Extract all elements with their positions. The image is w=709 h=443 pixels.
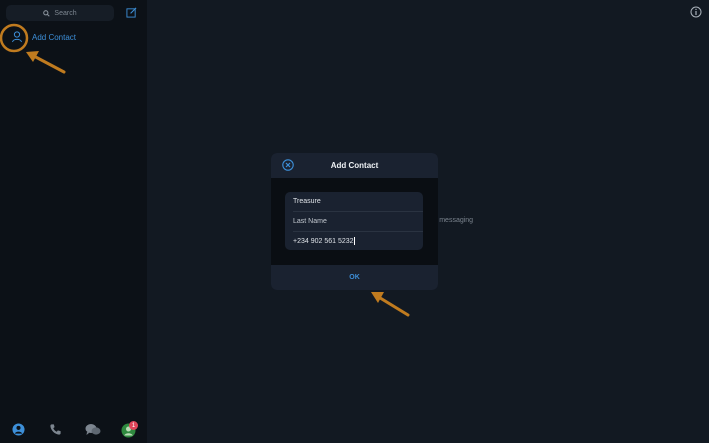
add-contact-modal: Add Contact Treasure Last Name +234 902 …: [271, 153, 438, 290]
ok-button[interactable]: OK: [271, 265, 438, 290]
contact-fields: Treasure Last Name +234 902 561 5232: [285, 192, 423, 250]
phone-value: +234 902 561 5232: [293, 237, 354, 245]
add-contact-item[interactable]: Add Contact: [6, 28, 144, 48]
empty-state-hint: rt messaging: [433, 217, 474, 224]
modal-title: Add Contact: [330, 161, 379, 170]
search-placeholder: Search: [54, 9, 77, 17]
field-divider: [293, 231, 423, 232]
ok-label: OK: [349, 274, 360, 281]
sidebar: Search Add Contact 1: [0, 0, 147, 443]
text-caret: [353, 237, 355, 245]
search-icon: [43, 9, 51, 17]
info-icon[interactable]: [690, 6, 702, 18]
notification-badge: 1: [129, 421, 138, 430]
add-contact-label: Add Contact: [32, 33, 77, 42]
compose-icon[interactable]: [126, 7, 137, 18]
close-icon[interactable]: [282, 159, 294, 171]
modal-header: Add Contact: [271, 153, 438, 178]
person-icon: [12, 31, 22, 43]
bottom-nav: [0, 421, 147, 443]
field-divider: [293, 211, 423, 212]
chats-icon[interactable]: [85, 423, 101, 437]
contacts-icon[interactable]: [12, 423, 25, 436]
first-name-field[interactable]: Treasure: [293, 198, 321, 205]
phone-icon[interactable]: [49, 423, 62, 436]
arrow-to-ok-button: [371, 292, 410, 317]
phone-field[interactable]: +234 902 561 5232: [293, 237, 355, 245]
last-name-field[interactable]: Last Name: [293, 218, 327, 225]
search-input[interactable]: Search: [6, 5, 114, 21]
